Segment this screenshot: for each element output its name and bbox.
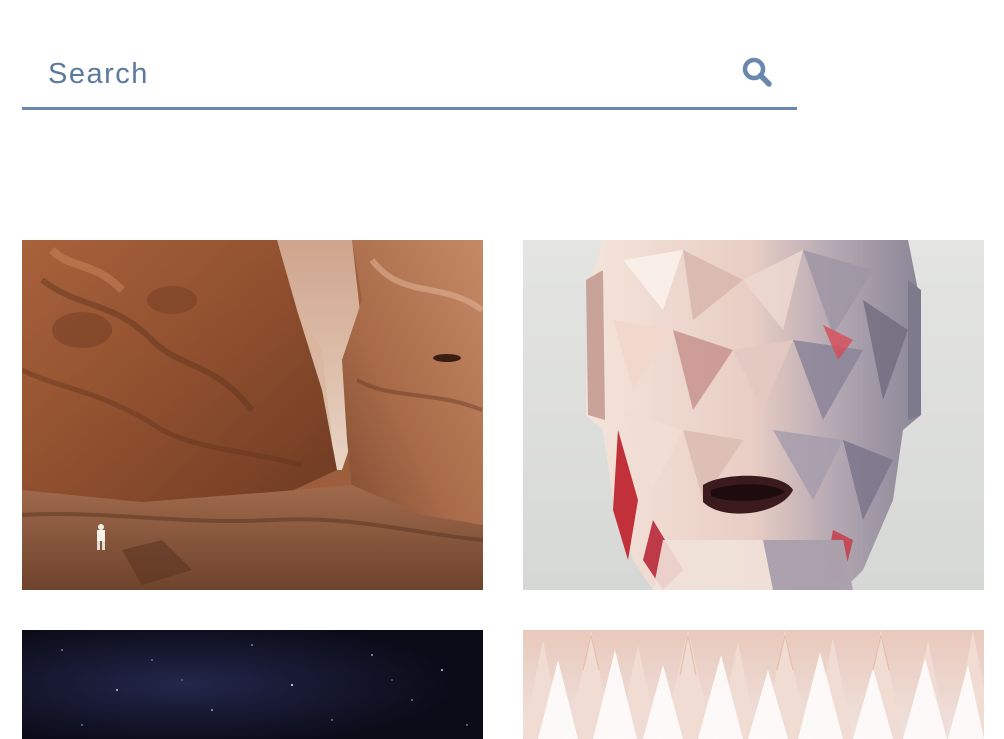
- search-button[interactable]: [737, 52, 777, 92]
- gallery-image-snowy-forest[interactable]: [523, 630, 984, 739]
- search-icon: [742, 57, 772, 87]
- gallery-image-face[interactable]: [523, 240, 984, 590]
- gallery-image-canyon[interactable]: [22, 240, 483, 590]
- snowy-forest-image: [523, 630, 984, 739]
- search-input[interactable]: [22, 44, 722, 104]
- night-sky-image: [22, 630, 483, 739]
- face-image: [523, 240, 984, 590]
- canyon-image: [22, 240, 483, 590]
- gallery-image-night-sky[interactable]: [22, 630, 483, 739]
- search-bar: [22, 44, 797, 110]
